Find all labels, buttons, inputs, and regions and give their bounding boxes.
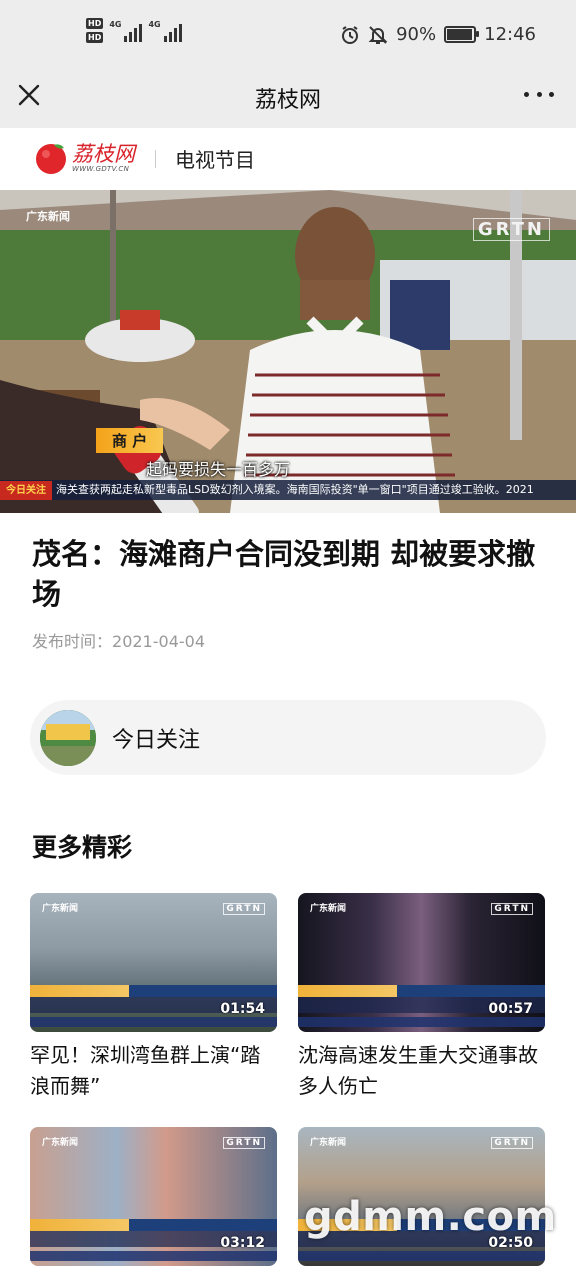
channel-logo: 广东新闻: [26, 210, 70, 223]
video-card[interactable]: 广东新闻 GRTN 00:57 沈海高速发生重大交通事故 多人伤亡: [298, 893, 546, 1102]
video-thumbnail: 广东新闻 GRTN 01:54: [30, 893, 277, 1032]
video-title: 沈海高速发生重大交通事故 多人伤亡: [298, 1043, 538, 1098]
brand-bar: 荔枝网 WWW.GDTV.CN 电视节目: [0, 128, 576, 190]
alarm-icon: [342, 25, 359, 44]
logo-url: WWW.GDTV.CN: [72, 165, 130, 173]
news-ticker: 今日关注 海关查获两起走私新型毒品LSD致幻剂入境案。海南国际投资"单一窗口"项目…: [0, 480, 576, 500]
video-duration: 00:57: [488, 1001, 533, 1017]
logo-name: 荔枝网: [72, 142, 135, 166]
video-title: 罕见！深圳湾鱼群上演“踏浪而舞”: [30, 1043, 261, 1098]
date-label: 发布时间：: [32, 632, 113, 651]
nav-title: 荔枝网: [254, 88, 321, 113]
more-heading: 更多精彩: [32, 833, 133, 862]
status-left: HD HD 4G 4G: [86, 18, 182, 43]
mute-bell-icon: [368, 25, 388, 44]
nav-bar: 荔枝网: [0, 72, 576, 128]
video-duration: 03:12: [220, 1235, 265, 1251]
channel-watermark: GRTN: [472, 218, 550, 241]
lychee-logo-icon: [36, 144, 66, 174]
video-duration: 01:54: [220, 1001, 265, 1017]
signal-icon: 4G: [109, 20, 143, 42]
more-dots-icon[interactable]: [524, 84, 554, 104]
date-value: 2021-04-04: [112, 632, 205, 651]
status-bar: HD HD 4G 4G 90% 12:46: [0, 0, 576, 72]
section-label[interactable]: 电视节目: [175, 144, 255, 173]
chyron-tag: 商 户: [96, 428, 164, 453]
clock: 12:46: [484, 24, 536, 45]
hd-badge: HD: [86, 32, 104, 43]
site-watermark: gdmm.com: [304, 1194, 557, 1240]
publish-date: 发布时间：2021-04-04: [32, 628, 205, 652]
program-avatar: [40, 710, 96, 766]
signal-icon: 4G: [148, 20, 182, 42]
video-thumbnail: 广东新闻 GRTN 03:12: [30, 1127, 277, 1266]
battery-icon: [444, 26, 480, 43]
battery-percent: 90%: [396, 24, 437, 45]
hero-video[interactable]: 广东新闻 GRTN 商 户 起码要损失一百多万 今日关注 海关查获两起走私新型毒品…: [0, 190, 576, 513]
ticker-logo: 今日关注: [0, 481, 52, 500]
divider: [155, 150, 156, 168]
status-right: 90% 12:46: [340, 24, 536, 45]
video-card[interactable]: 广东新闻 GRTN 01:54 罕见！深圳湾鱼群上演“踏浪而舞”: [30, 893, 278, 1102]
hd-badge: HD: [86, 18, 104, 29]
video-subtitle: 起码要损失一百多万: [145, 460, 290, 479]
video-thumbnail: 广东新闻 GRTN 00:57: [298, 893, 545, 1032]
program-card[interactable]: 今日关注: [30, 700, 546, 775]
chyron: 商 户: [96, 428, 164, 453]
program-name: 今日关注: [112, 728, 201, 753]
ticker-text: 海关查获两起走私新型毒品LSD致幻剂入境案。海南国际投资"单一窗口"项目通过竣工…: [56, 483, 534, 496]
article-title: 茂名：海滩商户合同没到期 却被要求撤场: [32, 537, 536, 611]
video-card[interactable]: 广东新闻 GRTN 03:12: [30, 1127, 278, 1266]
site-logo[interactable]: 荔枝网 WWW.GDTV.CN: [34, 141, 135, 175]
